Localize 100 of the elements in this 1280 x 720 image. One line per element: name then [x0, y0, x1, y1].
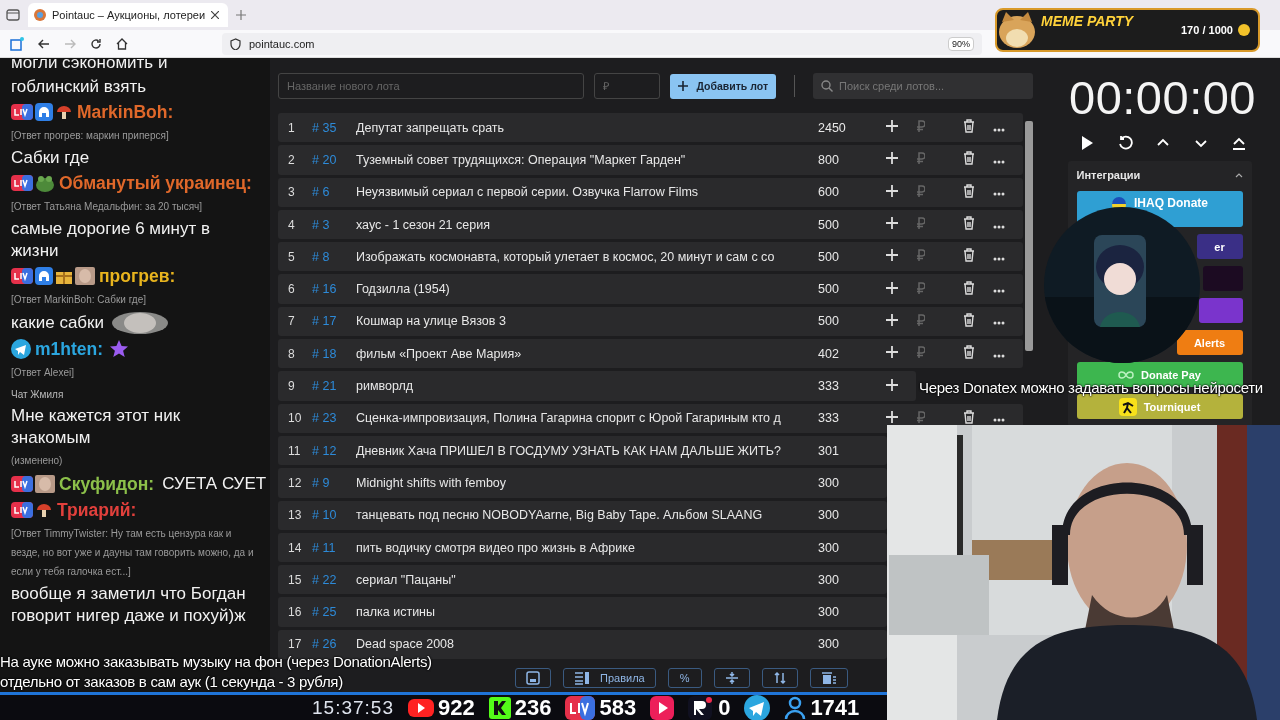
lot-row[interactable]: 15 # 22 сериал "Пацаны" 300 [278, 565, 887, 595]
caption-text: отдельно от заказов в сам аук (1 секунда - 3 рубля) [0, 672, 343, 692]
timer-display: 00:00:00 [1069, 70, 1256, 125]
lot-index: 2 [288, 152, 296, 167]
lot-amount: 402 [818, 346, 840, 361]
lot-amount: 300 [818, 572, 840, 587]
lot-row[interactable]: 16 # 25 палка истины 300 [278, 597, 887, 627]
price-field[interactable]: ₽ [594, 73, 661, 99]
toolbar-button[interactable]: % [667, 668, 702, 689]
progress-count: 170 / 1000 [1181, 24, 1233, 36]
chat-username: Скуфидон: [59, 473, 155, 495]
toolbar-button[interactable]: Правила [563, 668, 656, 689]
lot-id: # 6 [312, 185, 331, 200]
lot-id: # 18 [312, 346, 338, 361]
lot-id: # 3 [312, 217, 331, 232]
chat-username: Обманутый украинец: [59, 172, 252, 194]
edited-note: (изменено) [11, 454, 64, 468]
lot-id: # 8 [312, 249, 331, 264]
lot-name-field[interactable]: Название нового лота [278, 73, 585, 99]
lot-index: 4 [288, 217, 296, 232]
chat-username: прогрев: [99, 265, 176, 287]
search-field[interactable]: Поиск среди лотов... [813, 73, 1033, 99]
lot-amount: 500 [818, 249, 840, 264]
lot-row[interactable]: 11 # 12 Дневник Хача ПРИШЕЛ В ГОСДУМУ УЗНАТЬ КАК НАМ ДАЛЬШЕ ЖИТЬ? 301 [278, 435, 887, 466]
lot-index: 7 [288, 314, 296, 329]
reply-quote: [Ответ прогрев: маркин приперся] [11, 129, 170, 143]
lot-row[interactable]: 3 # 6 Неуязвимый сериал с первой серии. Озвучка Flarrow Films 600 [278, 177, 1024, 207]
reply-quote: [Ответ TimmyTwister: Ну там есть цензура как и везде, но вот уже и дауны там говорить можно, да и если у тебя галочка ест...] [11, 527, 255, 579]
lot-name: Туземный совет трудящихся: Операция "Маркет Гарден" [356, 152, 687, 167]
lot-index: 11 [288, 443, 302, 458]
chat-message: какие сабки [11, 312, 104, 334]
lot-index: 16 [288, 605, 303, 620]
chat-source-label: Чат Жмиля [11, 388, 65, 402]
add-lot-button[interactable]: Добавить лот [670, 73, 777, 99]
address-bar[interactable]: pointauc.com 90% [222, 32, 982, 55]
lot-row[interactable]: 6 # 16 Годзилла (1954) 500 [278, 274, 1024, 304]
lot-index: 8 [288, 346, 296, 361]
chat-message: гоблинский взять [11, 76, 147, 98]
lot-index: 15 [288, 572, 303, 587]
chat-username: m1hten: [35, 338, 104, 360]
browser-tab[interactable]: Pointauc – Аукционы, лотереи [28, 3, 228, 27]
lot-name: Депутат запрещать срать [356, 120, 506, 135]
stat-count: 583 [599, 694, 637, 720]
chat-message: Сабки где [11, 147, 90, 169]
lot-row[interactable]: 9 # 21 римворлд 333 [278, 371, 916, 401]
lot-id: # 11 [312, 540, 337, 555]
lot-index: 5 [288, 249, 296, 264]
lot-amount: 301 [818, 443, 840, 458]
lot-amount: 300 [818, 475, 840, 490]
lot-row[interactable]: 5 # 8 Изображать космонавта, который улетает в космос, 20 минут и сам с со 500 [278, 242, 1024, 272]
stat-count: 236 [514, 694, 552, 720]
lot-id: # 25 [312, 605, 338, 620]
integration-button[interactable]: er [1196, 234, 1243, 259]
clock-text: 15:37:53 [312, 696, 394, 719]
lot-name: Dead space 2008 [356, 637, 455, 652]
lot-name: фильм «Проект Аве Мария» [356, 346, 523, 361]
lot-row[interactable]: 2 # 20 Туземный совет трудящихся: Операция "Маркет Гарден" 800 [278, 145, 1024, 175]
zoom-level[interactable]: 90% [948, 36, 974, 51]
lot-row[interactable]: 8 # 18 фильм «Проект Аве Мария» 402 [278, 339, 1024, 369]
lot-name: танцевать под песню NOBODYAarne, Big Baby Tape. Альбом SLAANG [356, 508, 764, 523]
lot-amount: 500 [818, 314, 840, 329]
lot-id: # 21 [312, 379, 338, 393]
lot-name: Кошмар на улице Вязов 3 [356, 314, 507, 329]
lot-amount: 300 [818, 605, 840, 620]
stat-count: 1741 [810, 694, 860, 720]
lot-amount: 2450 [818, 120, 847, 135]
lot-row[interactable]: 4 # 3 хаус - 1 сезон 21 серия 500 [278, 209, 1024, 240]
lot-row[interactable]: 7 # 17 Кошмар на улице Вязов 3 500 [278, 306, 1024, 337]
lot-row[interactable]: 12 # 9 Midnight shifts with femboy 300 [278, 468, 887, 498]
lot-row[interactable]: 13 # 10 танцевать под песню NOBODYAarne, Big Baby Tape. Альбом SLAANG 300 [278, 500, 887, 530]
lot-id: # 17 [312, 314, 338, 329]
lot-amount: 333 [818, 379, 840, 393]
lot-id: # 12 [312, 443, 338, 458]
lot-id: # 9 [312, 475, 331, 490]
lot-index: 9 [288, 379, 296, 393]
lot-row[interactable]: 10 # 23 Сценка-импровизация, Полина Гагарина спорит с Юрой Гагариным кто д 333 [278, 403, 1024, 433]
lot-amount: 300 [818, 540, 840, 555]
lot-index: 3 [288, 185, 296, 200]
lot-name: Сценка-импровизация, Полина Гагарина спорит с Юрой Гагариным кто д [356, 411, 782, 426]
lot-name: Изображать космонавта, который улетает в космос, 20 минут и сам с со [356, 249, 776, 264]
lot-index: 1 [288, 120, 296, 135]
lot-index: 14 [288, 540, 303, 555]
reply-quote: [Ответ MarkinBoh: Сабки где] [11, 293, 147, 307]
lot-id: # 22 [312, 572, 338, 587]
lot-amount: 300 [818, 637, 840, 652]
lot-amount: 500 [818, 282, 840, 297]
lot-amount: 300 [818, 508, 840, 523]
lot-row[interactable]: 14 # 11 пить водичку смотря видео про жизнь в Африке 300 [278, 532, 887, 563]
lot-index: 6 [288, 282, 296, 297]
chat-message: самые дорогие 6 минут в жизни [11, 218, 211, 262]
lot-id: # 20 [312, 152, 338, 167]
chat-username: Триарий: [57, 499, 137, 521]
lot-row[interactable]: 1 # 35 Депутат запрещать срать 2450 [278, 113, 1024, 143]
lot-index: 12 [288, 475, 303, 490]
lot-index: 17 [288, 637, 303, 652]
lot-name: сериал "Пацаны" [356, 572, 457, 587]
lot-name: римворлд [356, 379, 415, 393]
lot-id: # 16 [312, 282, 338, 297]
reply-quote: [Ответ Татьяна Медальфин: за 20 тысяч] [11, 200, 204, 214]
lot-id: # 26 [312, 637, 338, 652]
